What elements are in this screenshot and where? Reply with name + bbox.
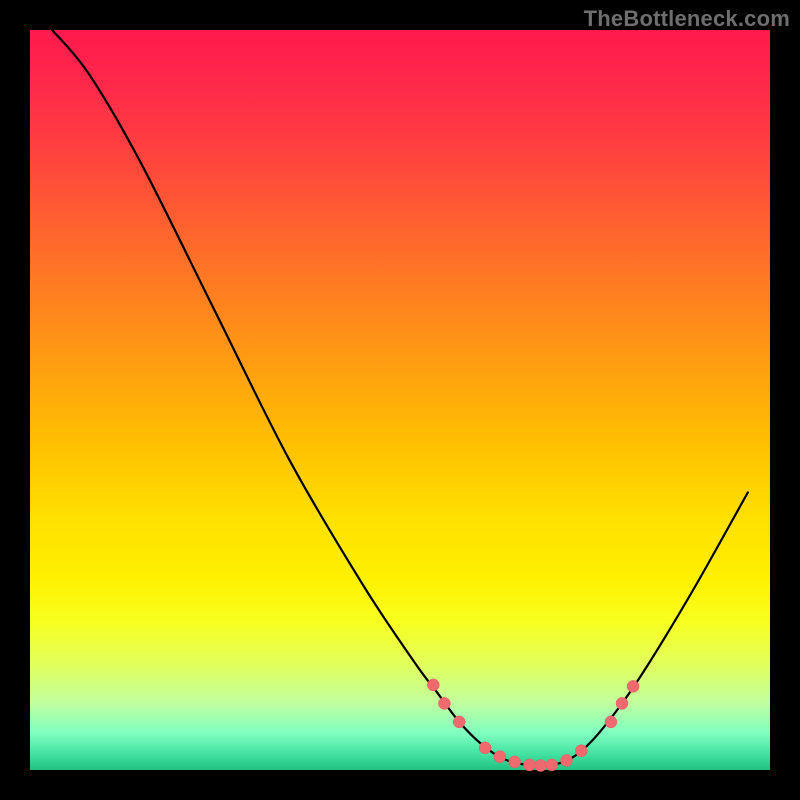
chart-svg: [30, 30, 770, 770]
curve-markers: [427, 679, 639, 772]
curve-marker: [494, 751, 506, 763]
curve-marker: [605, 716, 617, 728]
curve-marker: [575, 745, 587, 757]
curve-marker: [438, 697, 450, 709]
curve-marker: [616, 697, 628, 709]
bottleneck-curve: [52, 30, 748, 766]
curve-marker: [546, 759, 558, 771]
curve-marker: [524, 759, 536, 771]
curve-marker: [453, 716, 465, 728]
curve-marker: [627, 680, 639, 692]
curve-marker: [509, 756, 521, 768]
curve-marker: [561, 754, 573, 766]
watermark-text: TheBottleneck.com: [584, 6, 790, 32]
curve-marker: [427, 679, 439, 691]
curve-marker: [535, 760, 547, 772]
curve-marker: [479, 742, 491, 754]
chart-frame: TheBottleneck.com: [0, 0, 800, 800]
